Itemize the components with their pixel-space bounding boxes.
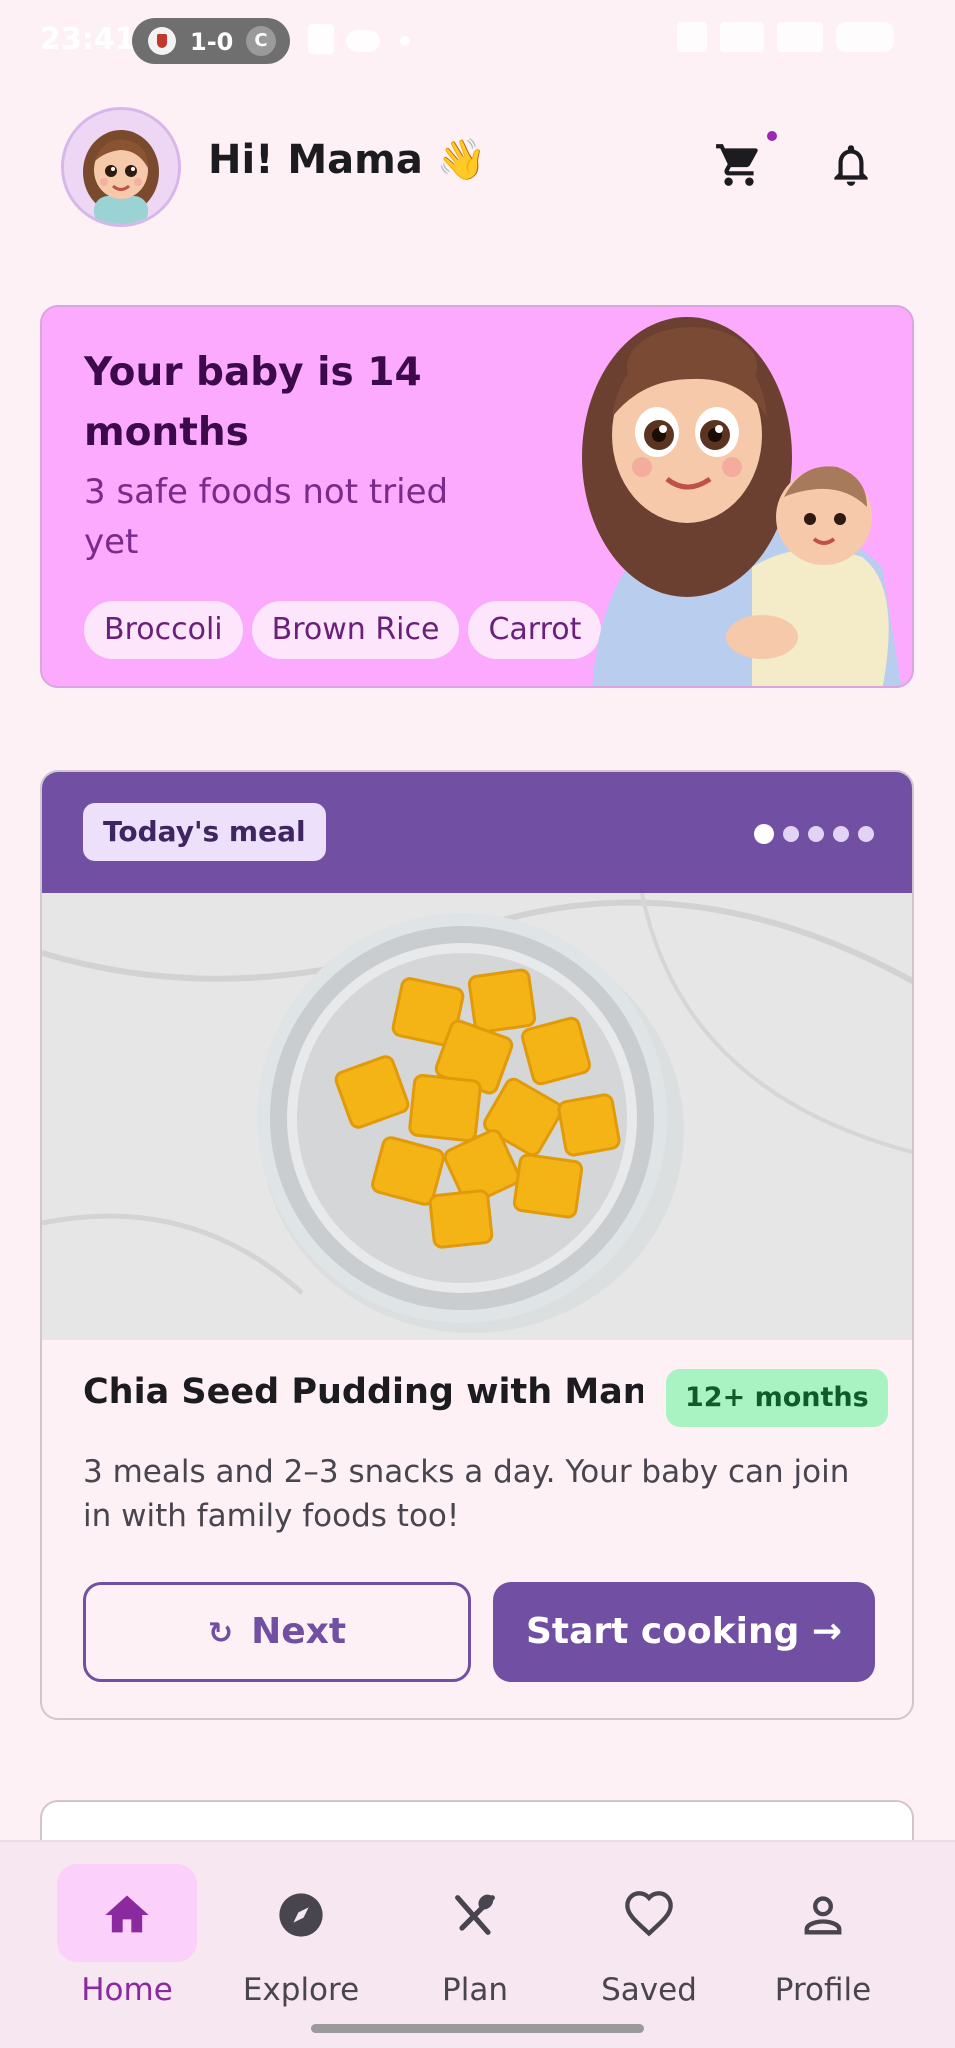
live-score-pill[interactable]: 1-0 C [132,18,290,64]
carousel-dot[interactable] [783,826,799,842]
nav-item-saved[interactable]: Saved [562,1864,722,2014]
home-icon [105,1895,149,1933]
dot-icon [400,36,410,46]
battery-icon [836,22,895,52]
team-crest-icon [148,27,176,55]
carousel-dots[interactable] [754,824,883,846]
nav-label-explore: Explore [242,1972,360,2008]
nav-item-profile[interactable]: Profile [736,1864,896,2014]
wifi-icon [720,22,765,52]
refresh-icon: ↻ [207,1616,234,1651]
girl-avatar-illustration [64,110,178,224]
nav-item-home[interactable]: Home [40,1864,200,2014]
baby-age-title: Your baby is 14 months [84,350,422,455]
todays-meal-badge: Today's meal [83,803,326,861]
cart-icon[interactable] [714,140,764,190]
food-chip[interactable]: Broccoli [84,601,243,659]
nav-item-explore[interactable]: Explore [214,1864,374,2014]
bell-icon[interactable] [826,140,876,190]
avatar[interactable] [61,107,181,227]
status-bar: 23:41 1-0 C [0,0,955,84]
heart-icon [625,1891,673,1937]
mute-icon [677,22,707,52]
cart-badge-dot [767,131,777,141]
nav-label-plan: Plan [442,1972,508,2008]
meal-card-header: Today's meal [42,772,912,893]
cloud-icon [346,30,380,52]
score-badge: C [246,26,276,56]
meal-photo [42,893,912,1340]
signal-icon [777,22,824,52]
carousel-dot[interactable] [858,826,874,842]
status-time: 23:41 [40,22,136,57]
system-status-icons [669,22,919,60]
todays-meal-card[interactable]: Today's meal Chia Seed Pudding with Man.… [40,770,914,1720]
compass-icon [279,1893,323,1937]
untried-foods-text: 3 safe foods not tried yet [84,472,449,562]
score-text: 1-0 [190,28,234,56]
baby-age-card[interactable]: Your baby is 14 months 3 safe foods not … [40,305,914,688]
nav-item-plan[interactable]: Plan [388,1864,548,2014]
food-chip[interactable]: Brown Rice [251,601,460,659]
mother-baby-illustration [582,317,902,686]
notification-icon [308,24,334,54]
utensils-icon [455,1894,495,1935]
food-chips: Broccoli Brown Rice Carrot [84,601,610,659]
age-badge: 12+ months [666,1369,888,1427]
nav-label-saved: Saved [601,1972,697,2008]
nav-label-profile: Profile [774,1972,872,2008]
start-cooking-button[interactable]: Start cooking → [493,1582,875,1682]
next-button-label: Next [251,1611,347,1652]
carousel-dot[interactable] [808,826,824,842]
person-icon [804,1896,842,1935]
meal-title: Chia Seed Pudding with Man... [83,1372,643,1412]
meal-description: 3 meals and 2–3 snacks a day. Your baby … [83,1454,850,1534]
next-meal-button[interactable]: ↻ Next [83,1582,471,1682]
greeting-title: Hi! Mama 👋 [208,137,487,183]
gesture-home-indicator[interactable] [311,2024,644,2033]
bottom-navigation: Home Explore Plan Saved Profile [0,1840,955,2048]
carousel-dot[interactable] [833,826,849,842]
nav-label-home: Home [81,1972,173,2008]
carousel-dot-active[interactable] [754,824,774,844]
